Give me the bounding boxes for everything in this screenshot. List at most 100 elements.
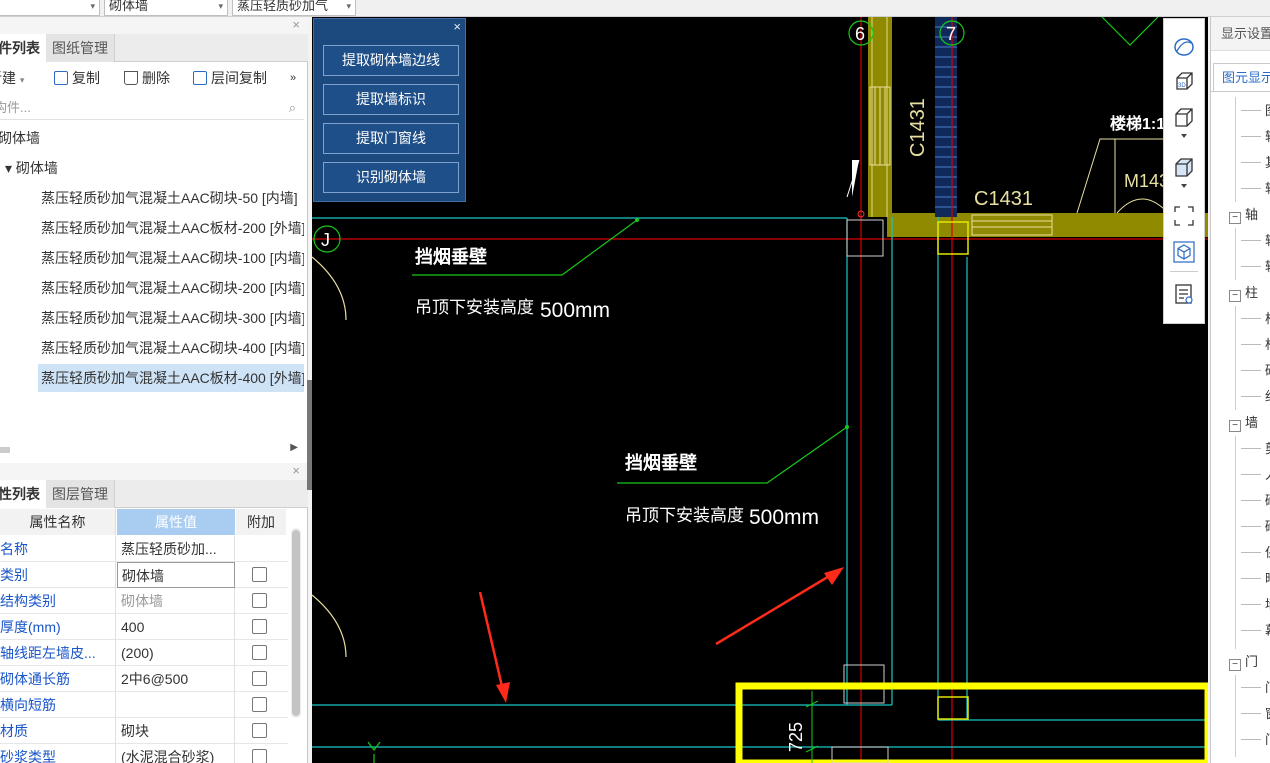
display-section[interactable]: − 轴	[1211, 202, 1270, 228]
property-scrollbar[interactable]	[291, 528, 301, 718]
display-row[interactable]: 砼	[1211, 358, 1270, 384]
tab-component-list[interactable]: 件列表	[0, 34, 47, 62]
display-row[interactable]: 暗	[1211, 566, 1270, 592]
display-row[interactable]: 人	[1211, 462, 1270, 488]
scrollbar-thumb[interactable]	[0, 447, 10, 453]
additional-checkbox[interactable]	[252, 593, 267, 608]
property-value[interactable]: 砌体墙	[117, 562, 235, 588]
display-row[interactable]: 剪	[1211, 436, 1270, 462]
tab-layer-management[interactable]: 图层管理	[46, 480, 115, 508]
3d-view-icon[interactable]: 3D	[1173, 71, 1195, 93]
display-row[interactable]: 门	[1211, 727, 1270, 753]
shaded-box-icon[interactable]	[1173, 157, 1195, 179]
tree-item-group[interactable]: ▾ 砌体墙	[5, 154, 304, 182]
additional-checkbox[interactable]	[252, 697, 267, 712]
table-row[interactable]: 横向短筋	[0, 692, 288, 718]
chevron-down-icon[interactable]	[1173, 181, 1195, 191]
display-row[interactable]: 柱	[1211, 306, 1270, 332]
table-row[interactable]: 厚度(mm) 400	[0, 614, 288, 640]
floor-select[interactable]: ▾	[0, 0, 100, 16]
isometric-icon[interactable]	[1173, 241, 1195, 263]
property-value[interactable]: 蒸压轻质砂加...	[117, 536, 235, 562]
collapse-icon[interactable]: −	[1229, 212, 1241, 224]
display-row[interactable]: 门	[1211, 675, 1270, 701]
table-row[interactable]: 材质 砌块	[0, 718, 288, 744]
property-value[interactable]	[117, 692, 235, 718]
property-value[interactable]: (200)	[117, 640, 235, 666]
property-value[interactable]: (水泥混合砂浆)	[117, 744, 235, 763]
delete-button[interactable]: 删除	[124, 68, 170, 88]
table-row[interactable]: 砌体通长筋 2中6@500	[0, 666, 288, 692]
additional-checkbox[interactable]	[252, 749, 267, 763]
extract-door-window-button[interactable]: 提取门窗线	[323, 123, 459, 154]
additional-checkbox[interactable]	[252, 723, 267, 738]
orbit-icon[interactable]	[1173, 36, 1195, 58]
property-value[interactable]: 砌体墙	[117, 588, 235, 614]
additional-checkbox[interactable]	[252, 671, 267, 686]
floor-copy-button[interactable]: 层间复制	[193, 68, 267, 88]
display-settings-icon[interactable]	[1173, 283, 1195, 305]
tree-item-root[interactable]: 砌体墙	[0, 124, 302, 152]
table-row[interactable]: 名称 蒸压轻质砂加...	[0, 536, 288, 562]
collapse-icon[interactable]: −	[1229, 420, 1241, 432]
component-select[interactable]: 蒸压轻质砂加气 ▾	[232, 0, 356, 16]
search-input[interactable]: 构件...	[0, 96, 31, 120]
display-row[interactable]: 砌	[1211, 514, 1270, 540]
display-row[interactable]: 其	[1211, 150, 1270, 176]
tree-item[interactable]: 蒸压轻质砂加气混凝土AAC砌块-50 [内墙]	[38, 184, 304, 212]
display-section[interactable]: − 柱	[1211, 280, 1270, 306]
tree-item-selected[interactable]: 蒸压轻质砂加气混凝土AAC板材-400 [外墙]	[38, 364, 304, 392]
collapse-icon[interactable]: −	[1229, 659, 1241, 671]
property-value[interactable]: 2中6@500	[117, 666, 235, 692]
chevron-down-icon[interactable]	[1173, 131, 1195, 141]
display-row[interactable]: 构	[1211, 332, 1270, 358]
display-row[interactable]: 轴	[1211, 228, 1270, 254]
display-row[interactable]: 轴	[1211, 254, 1270, 280]
display-row[interactable]: 轴	[1211, 176, 1270, 202]
copy-button[interactable]: 复制	[54, 68, 100, 88]
extract-wall-label-button[interactable]: 提取墙标识	[323, 84, 459, 115]
display-row[interactable]: 轴	[1211, 124, 1270, 150]
additional-checkbox[interactable]	[252, 645, 267, 660]
display-row[interactable]: 幕	[1211, 618, 1270, 644]
tree-item[interactable]: 蒸压轻质砂加气混凝土AAC砌块-200 [内墙]	[38, 274, 304, 302]
display-row[interactable]: 墙	[1211, 592, 1270, 618]
additional-checkbox[interactable]	[252, 567, 267, 582]
table-row[interactable]: 轴线距左墙皮... (200)	[0, 640, 288, 666]
tree-item[interactable]: 蒸压轻质砂加气混凝土AAC砌块-300 [内墙]	[38, 304, 304, 332]
property-value[interactable]: 400	[117, 614, 235, 640]
display-section[interactable]: − 门	[1211, 649, 1270, 675]
scrollbar-thumb[interactable]	[292, 530, 300, 716]
tree-item[interactable]: 蒸压轻质砂加气混凝土AAC板材-200 [外墙]	[38, 214, 304, 242]
panel-splitter[interactable]	[307, 380, 312, 490]
search-icon[interactable]: ⌕	[289, 96, 296, 120]
component-search[interactable]: 构件... ⌕	[0, 96, 304, 120]
additional-checkbox[interactable]	[252, 619, 267, 634]
close-icon[interactable]: ×	[453, 20, 461, 33]
recognize-wall-button[interactable]: 识别砌体墙	[323, 162, 459, 193]
property-value[interactable]: 砌块	[117, 718, 235, 744]
tab-drawing-management[interactable]: 图纸管理	[46, 34, 115, 62]
display-row[interactable]: 保	[1211, 540, 1270, 566]
category-select[interactable]: 砌体墙 ▾	[104, 0, 228, 16]
table-row[interactable]: 结构类别 砌体墙	[0, 588, 288, 614]
tree-item[interactable]: 蒸压轻质砂加气混凝土AAC砌块-100 [内墙]	[38, 244, 304, 272]
display-row[interactable]: 砌	[1211, 488, 1270, 514]
close-icon[interactable]: ×	[292, 18, 300, 32]
table-row[interactable]: 砂浆类型 (水泥混合砂浆)	[0, 744, 288, 763]
close-icon[interactable]: ×	[292, 464, 300, 478]
view-cube-icon[interactable]	[1173, 107, 1195, 129]
display-row[interactable]: 窗	[1211, 701, 1270, 727]
extract-wall-edge-button[interactable]: 提取砌体墙边线	[323, 45, 459, 76]
new-button[interactable]: 新建 ▾	[0, 68, 24, 88]
display-row[interactable]: 约	[1211, 384, 1270, 410]
zoom-extents-icon[interactable]	[1173, 205, 1195, 227]
tab-element-display[interactable]: 图元显示	[1213, 63, 1270, 91]
display-section[interactable]: − 墙	[1211, 410, 1270, 436]
horizontal-scrollbar[interactable]: ▶	[0, 442, 304, 456]
table-row[interactable]: 类别 砌体墙	[0, 562, 288, 588]
display-row[interactable]: 图	[1211, 98, 1270, 124]
more-button[interactable]: »	[290, 68, 296, 88]
chevron-right-icon[interactable]: ▶	[290, 442, 298, 453]
tab-property-list[interactable]: 性列表	[0, 480, 47, 508]
